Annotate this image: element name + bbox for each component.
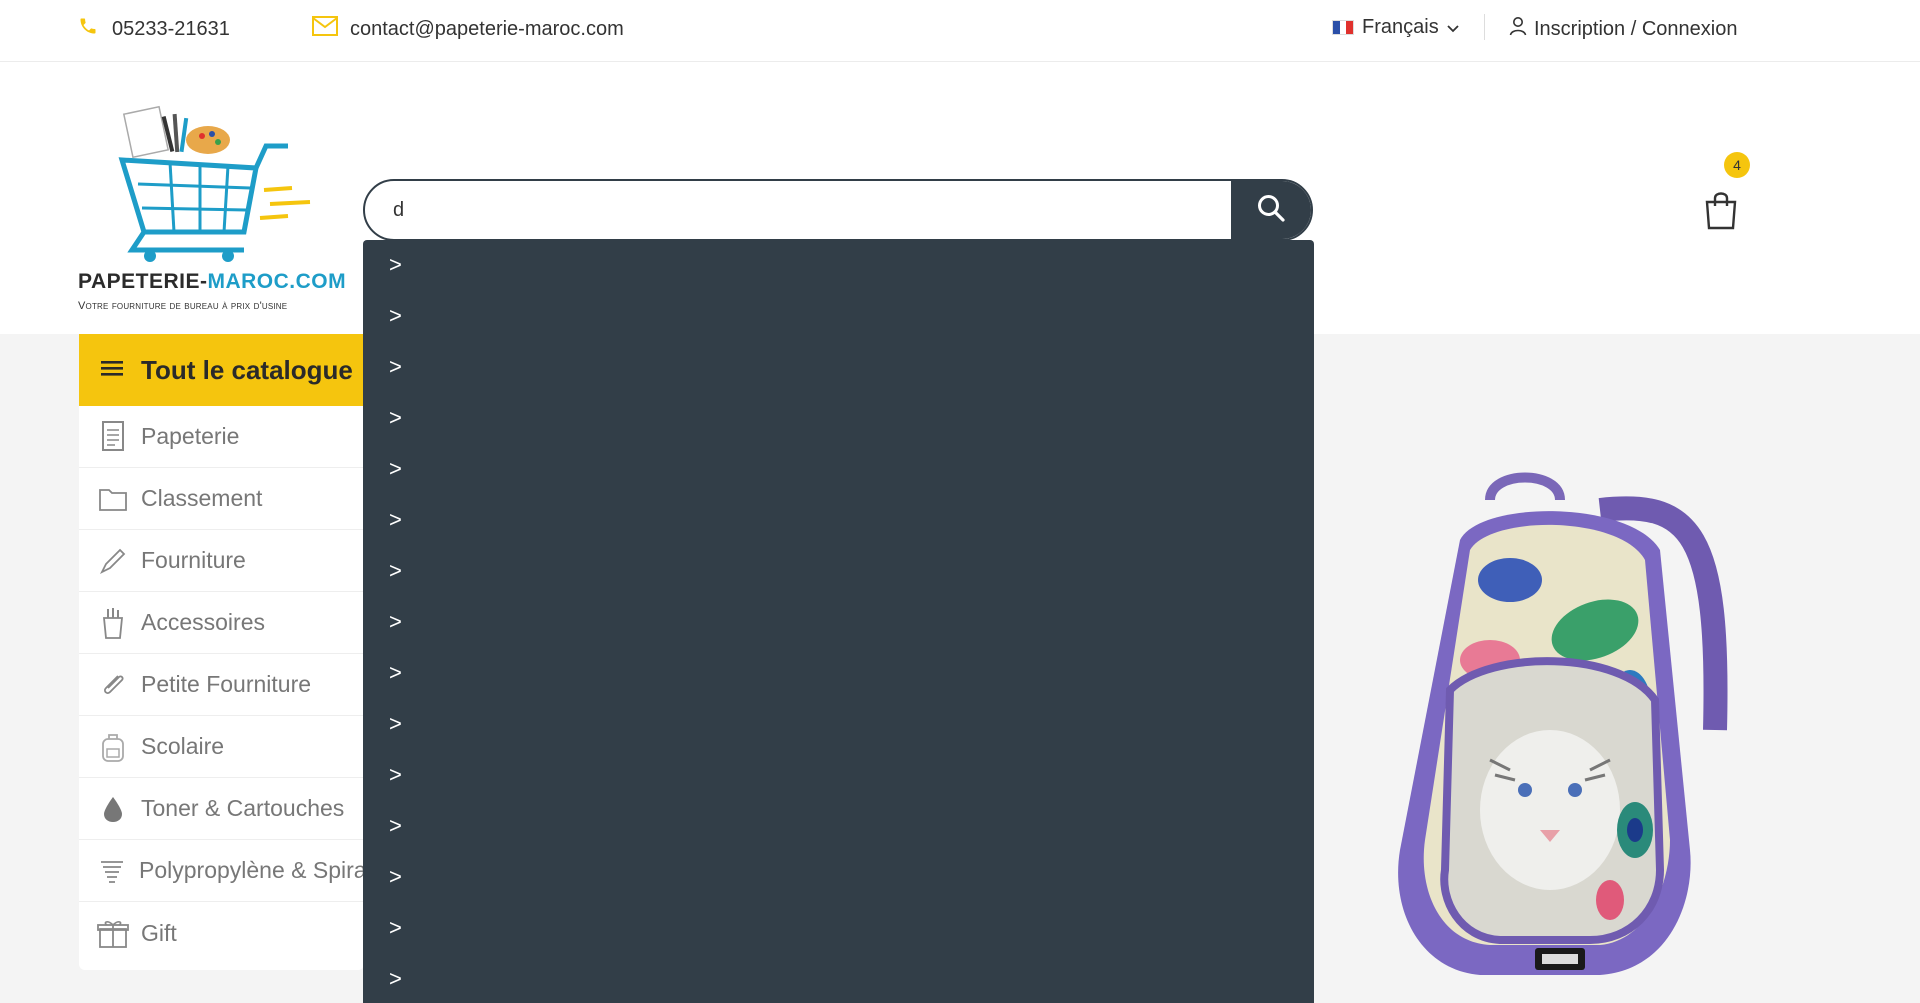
category-label: Classement	[141, 485, 263, 511]
category-petite-fourniture[interactable]: Petite Fourniture	[79, 654, 364, 716]
mail-icon	[312, 16, 338, 42]
catalog-title: Tout le catalogue	[141, 354, 353, 385]
site-logo[interactable]: PAPETERIE-MAROC.COM Votre fourniture de …	[78, 104, 346, 312]
brand-name: PAPETERIE-MAROC.COM	[78, 270, 346, 294]
catalog-menu-toggle[interactable]: Tout le catalogue	[79, 334, 364, 406]
hamburger-menu-icon	[101, 359, 125, 382]
cart-count-badge: 4	[1724, 152, 1750, 178]
backpack-product-image[interactable]	[1370, 470, 1740, 990]
suggestion-item[interactable]: >	[389, 403, 402, 433]
email-address: contact@papeterie-maroc.com	[350, 17, 624, 40]
category-label: Petite Fourniture	[141, 671, 312, 697]
category-label: Papeterie	[141, 423, 240, 449]
gift-icon	[97, 917, 129, 949]
category-label: Polypropylène & Spirale	[139, 857, 385, 883]
paperclip-icon	[97, 669, 129, 701]
suggestion-item[interactable]: >	[389, 964, 402, 994]
category-papeterie[interactable]: Papeterie	[79, 406, 364, 468]
suggestion-item[interactable]: >	[389, 607, 402, 637]
search-button[interactable]	[1231, 181, 1311, 239]
pencil-icon	[97, 545, 129, 577]
language-label: Français	[1362, 16, 1439, 38]
suggestion-item[interactable]: >	[389, 454, 402, 484]
search-bar	[363, 179, 1313, 241]
suggestion-item[interactable]: >	[389, 556, 402, 586]
phone-number: 05233-21631	[112, 17, 230, 40]
pen-holder-icon	[97, 607, 129, 639]
shopping-bag-icon	[1704, 192, 1738, 234]
email-contact[interactable]: contact@papeterie-maroc.com	[312, 16, 624, 42]
cart-button[interactable]	[1704, 190, 1744, 234]
suggestion-item[interactable]: >	[389, 913, 402, 943]
suggestion-item[interactable]: >	[389, 505, 402, 535]
chevron-down-icon	[1447, 16, 1459, 39]
category-toner-cartouches[interactable]: Toner & Cartouches	[79, 778, 364, 840]
phone-icon	[78, 16, 98, 42]
shopping-cart-logo-icon	[118, 105, 311, 262]
account-label: Inscription / Connexion	[1534, 17, 1738, 40]
category-accessoires[interactable]: Accessoires	[79, 592, 364, 654]
ink-drop-icon	[97, 793, 129, 825]
divider	[1484, 14, 1485, 40]
spiral-icon	[97, 855, 127, 887]
paper-icon	[97, 420, 129, 453]
category-polypropylene-spirale[interactable]: Polypropylène & Spirale	[79, 840, 384, 902]
category-label: Accessoires	[141, 609, 265, 635]
suggestion-item[interactable]: >	[389, 862, 402, 892]
brand-tagline: Votre fourniture de bureau à prix d'usin…	[78, 300, 288, 312]
suggestion-item[interactable]: >	[389, 352, 402, 382]
folder-icon	[97, 483, 129, 515]
category-label: Toner & Cartouches	[141, 795, 345, 821]
suggestion-item[interactable]: >	[389, 658, 402, 688]
category-classement[interactable]: Classement	[79, 468, 364, 530]
brand-name-part2: MAROC.COM	[207, 270, 347, 293]
suggestion-item[interactable]: >	[389, 811, 402, 841]
account-link[interactable]: Inscription / Connexion	[1508, 16, 1737, 42]
search-suggestions-dropdown: > > > > > > > > > > > > > > >	[363, 240, 1314, 1003]
top-bar: 05233-21631 contact@papeterie-maroc.com …	[0, 0, 1920, 62]
category-fourniture[interactable]: Fourniture	[79, 530, 364, 592]
search-input[interactable]	[365, 181, 1235, 239]
catalog-list: Papeterie Classement Fourniture Accessoi…	[79, 406, 384, 970]
backpack-icon	[97, 731, 129, 763]
french-flag-icon	[1332, 20, 1354, 35]
user-icon	[1508, 16, 1528, 42]
suggestion-item[interactable]: >	[389, 250, 402, 280]
category-label: Scolaire	[141, 733, 225, 759]
suggestion-item[interactable]: >	[389, 709, 402, 739]
category-label: Gift	[141, 919, 177, 946]
category-label: Fourniture	[141, 547, 246, 573]
category-scolaire[interactable]: Scolaire	[79, 716, 364, 778]
language-selector[interactable]: Français	[1332, 16, 1459, 39]
brand-name-part1: PAPETERIE-	[78, 270, 208, 293]
suggestion-item[interactable]: >	[389, 760, 402, 790]
suggestion-item[interactable]: >	[389, 301, 402, 331]
search-icon	[1256, 193, 1286, 228]
category-gift[interactable]: Gift	[79, 902, 364, 964]
phone-contact[interactable]: 05233-21631	[78, 16, 230, 42]
